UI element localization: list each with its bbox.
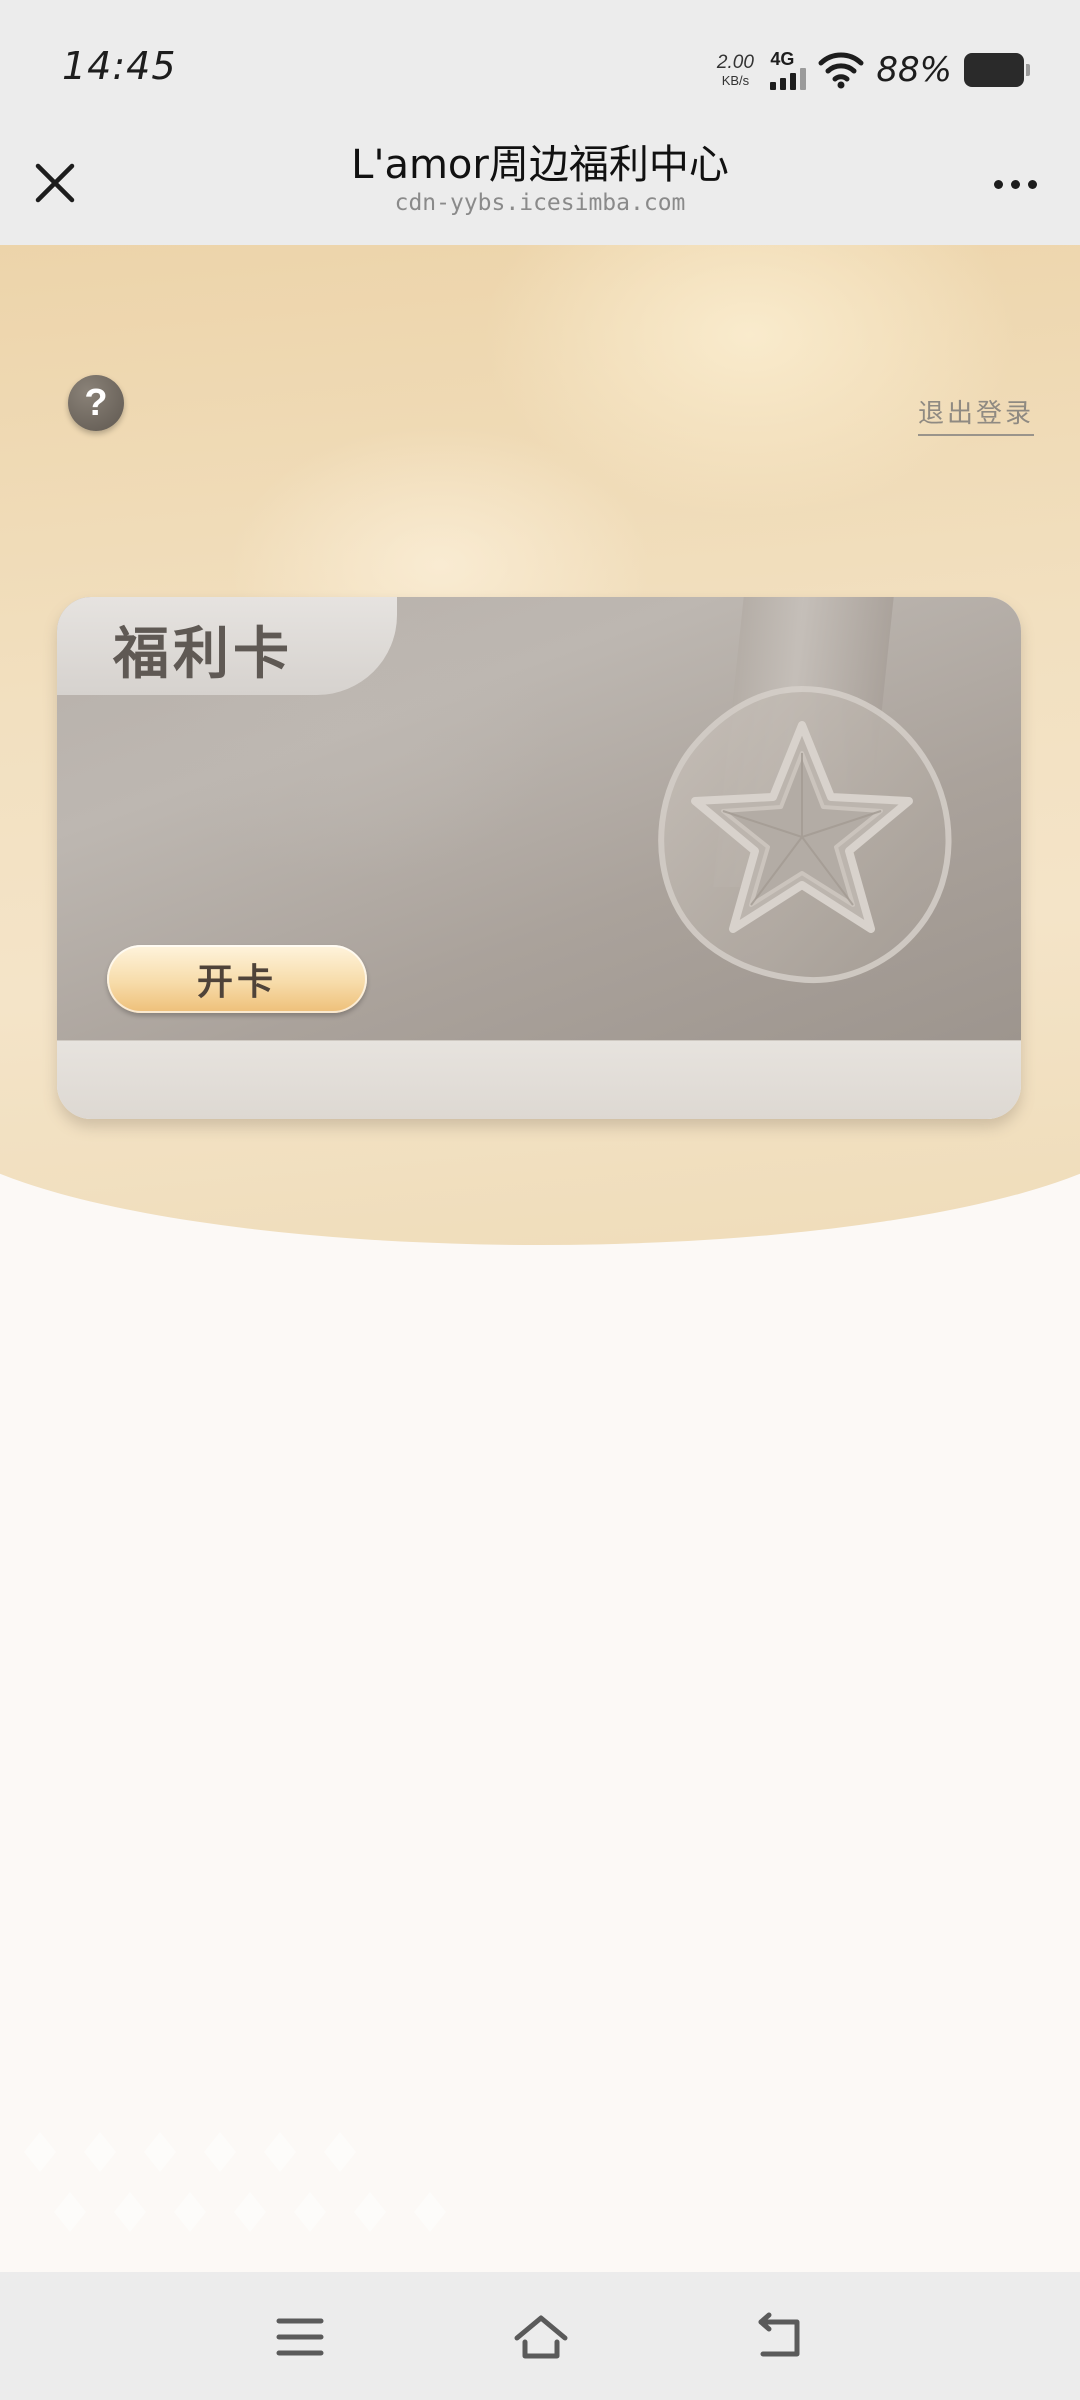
- welfare-card: 福利卡 开卡: [57, 597, 1021, 1119]
- network-speed-unit: KB/s: [721, 73, 750, 88]
- wifi-icon: [818, 52, 864, 89]
- battery-icon: [964, 53, 1030, 87]
- page-content: ? 退出登录 福利卡 开卡: [0, 245, 1080, 2272]
- help-button[interactable]: ?: [68, 375, 124, 431]
- card-footer: [57, 1040, 1021, 1119]
- page-title: L'amor周边福利中心: [351, 142, 729, 188]
- network-type: 4G: [770, 49, 795, 69]
- signal-icon: 4G: [770, 49, 807, 90]
- star-seal-icon: [658, 685, 952, 983]
- logout-link[interactable]: 退出登录: [917, 393, 1034, 436]
- system-nav-bar: [0, 2272, 1080, 2400]
- status-indicators: 2.00 KB/s 4G 88%: [712, 46, 1030, 94]
- battery-percent: 88%: [876, 50, 952, 90]
- network-speed-value: 2.00: [716, 52, 754, 73]
- menu-icon: [276, 2318, 324, 2356]
- status-bar: 14:45 2.00 KB/s 4G 88%: [0, 0, 1080, 130]
- title-bar: L'amor周边福利中心 cdn-yybs.icesimba.com: [0, 130, 1080, 246]
- card-title-tab: 福利卡: [57, 597, 397, 695]
- back-button[interactable]: [745, 2302, 815, 2372]
- status-time: 14:45: [62, 44, 177, 88]
- open-card-button[interactable]: 开卡: [107, 945, 367, 1013]
- home-icon: [514, 2315, 568, 2359]
- menu-button[interactable]: [265, 2302, 335, 2372]
- more-button[interactable]: [980, 156, 1050, 212]
- diamond-pattern-decoration: [24, 2132, 446, 2232]
- more-icon: [993, 179, 1003, 189]
- page-url: cdn-yybs.icesimba.com: [394, 190, 686, 216]
- network-speed: 2.00 KB/s: [712, 53, 758, 87]
- card-title: 福利卡: [113, 621, 293, 687]
- help-icon: ?: [84, 381, 108, 424]
- back-icon: [758, 2312, 800, 2357]
- home-button[interactable]: [506, 2302, 576, 2372]
